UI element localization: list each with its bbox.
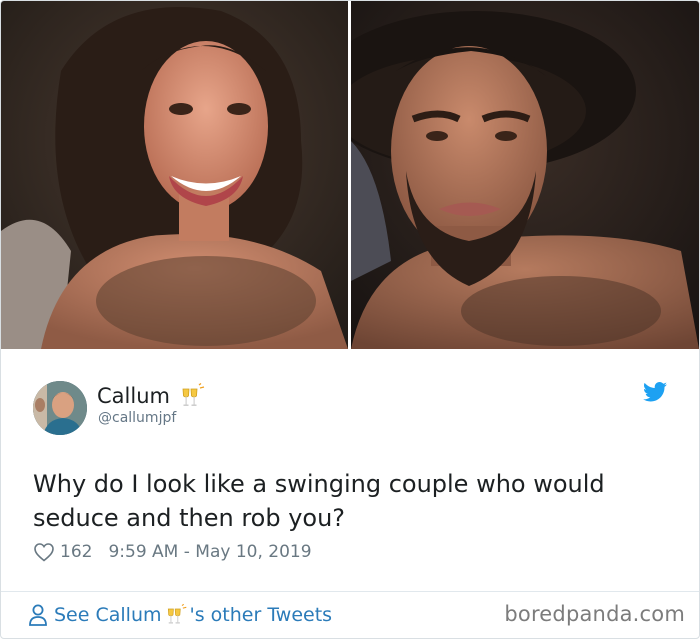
tweet-header: Callum @callumjpf [31,379,671,439]
photo-woman-face[interactable] [1,1,348,349]
twitter-bird-icon[interactable] [643,382,667,402]
see-other-tweets-prefix[interactable]: See Callum [54,604,162,626]
tweet-timestamp[interactable]: 9:59 AM - May 10, 2019 [108,542,311,562]
footer-divider [1,591,699,592]
clinking-glasses-emoji [167,603,186,624]
author-handle[interactable]: @callumjpf [98,410,176,426]
see-other-tweets-link[interactable]: See Callum 's other Tweets [28,601,332,629]
heart-icon[interactable] [34,542,54,562]
clinking-glasses-emoji [178,381,206,409]
avatar[interactable] [33,381,87,435]
embedded-tweet-card: Callum @callumjpf Why do I look like a s… [0,0,700,639]
see-other-tweets-suffix[interactable]: 's other Tweets [190,604,333,626]
author-name[interactable]: Callum [97,384,170,408]
photo-pair [1,1,699,349]
person-icon [29,604,47,626]
watermark: boredpanda.com [504,602,685,626]
author-name-row: Callum [97,381,206,409]
like-count[interactable]: 162 [60,542,92,562]
photo-man-face[interactable] [351,1,699,349]
tweet-text: Why do I look like a swinging couple who… [33,470,605,532]
tweet-meta: 162 9:59 AM - May 10, 2019 [34,539,312,565]
